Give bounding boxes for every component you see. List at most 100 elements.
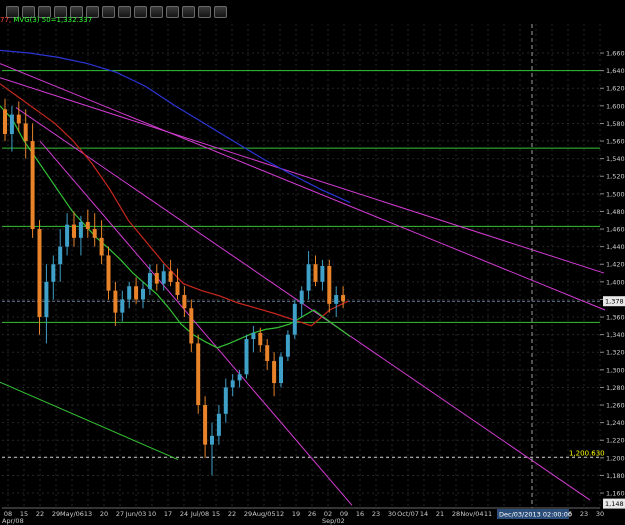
- candle: [175, 268, 180, 300]
- y-tick-label: 1,360: [606, 314, 625, 322]
- x-tick-label: 16: [356, 510, 364, 518]
- y-tick-label: 1,340: [606, 331, 625, 339]
- candles: [3, 98, 346, 476]
- candle-body: [3, 109, 7, 134]
- x-tick-label: 22: [228, 510, 236, 518]
- y-tick-label: 1,460: [606, 226, 625, 234]
- candle: [113, 281, 118, 326]
- candle: [210, 422, 214, 476]
- x-tick-label: 10: [148, 510, 156, 518]
- price-chart[interactable]: 1,200.630 1,660 1,640 1,620 1,600 1,580 1,560…: [0, 0, 625, 525]
- y-tick-label: 1,180: [606, 472, 625, 480]
- trendline: [0, 381, 179, 461]
- candle-body: [327, 266, 332, 304]
- y-tick-label: 1,540: [606, 155, 625, 163]
- x-tick-label: 13: [84, 510, 92, 518]
- y-tick-label: 1,200: [606, 454, 625, 462]
- x-tick-label: 11: [484, 510, 492, 518]
- candle-body: [182, 295, 187, 309]
- candle-body: [320, 266, 325, 282]
- candle-body: [85, 222, 90, 230]
- candle-body: [313, 264, 318, 282]
- x-tick-label: 24: [180, 510, 188, 518]
- y-tick-label: 1,160: [606, 490, 625, 498]
- candle-body: [279, 356, 283, 384]
- candle: [65, 213, 70, 256]
- candle-body: [285, 334, 290, 357]
- trendline: [0, 63, 606, 311]
- x-tick-label: Aug/05: [252, 510, 275, 518]
- candle: [127, 281, 132, 309]
- y-tick-label: 1,560: [606, 138, 625, 146]
- candle-body: [292, 303, 297, 335]
- candle-body: [258, 332, 263, 346]
- candle: [306, 251, 311, 300]
- candle: [189, 299, 194, 353]
- y-tick-label: 1,660: [606, 50, 625, 58]
- candle-body: [44, 281, 49, 318]
- candle: [9, 105, 14, 152]
- x-sep-label: Sep/02: [322, 517, 345, 525]
- candle-body: [92, 229, 97, 238]
- x-tick-label: Jul/08: [190, 510, 209, 518]
- candle: [251, 325, 256, 353]
- x-tick-label: 22: [36, 510, 44, 518]
- y-tick-label: 1,280: [606, 384, 625, 392]
- candle-body: [230, 380, 235, 388]
- x-axis: 08 15 22 29 May/06 13 20 27 Jun/03 10 17 24 Jul/08 15…: [2, 507, 604, 525]
- bottom-price-label: 1,148: [605, 500, 624, 508]
- x-tick-label: 29: [52, 510, 60, 518]
- y-tick-label: 1,220: [606, 437, 625, 445]
- candle-body: [99, 237, 104, 256]
- candle-body: [134, 286, 139, 300]
- candle: [334, 286, 339, 318]
- candle: [92, 213, 97, 247]
- candle-body: [37, 229, 42, 318]
- x-tick-label: 21: [436, 510, 444, 518]
- horizontal-lines: [2, 70, 600, 458]
- y-tick-label: 1,500: [606, 190, 625, 198]
- candle-body: [141, 288, 145, 300]
- x-tick-label: Jun/03: [125, 510, 147, 518]
- candle: [292, 299, 297, 340]
- candle: [299, 286, 304, 318]
- x-tick-label: 23: [580, 510, 588, 518]
- candle: [85, 209, 90, 238]
- candle-body: [237, 374, 242, 381]
- y-tick-label: 1,420: [606, 261, 625, 269]
- candle: [106, 246, 111, 300]
- x-tick-label: 28: [452, 510, 460, 518]
- candle-body: [189, 308, 194, 344]
- candle: [223, 378, 228, 423]
- y-tick-label: 1,240: [606, 419, 625, 427]
- x-tick-label: 12: [276, 510, 284, 518]
- trendlines: [0, 63, 606, 506]
- candle-body: [120, 299, 125, 313]
- candle-body: [175, 281, 180, 296]
- x-tick-label: 14: [420, 510, 428, 518]
- y-tick-label: 1,320: [606, 349, 625, 357]
- candle: [265, 339, 270, 370]
- y-tick-label: 1,580: [606, 120, 625, 128]
- candle-body: [196, 343, 201, 406]
- candle-body: [147, 273, 152, 289]
- x-start-label: Apr/08: [2, 517, 24, 525]
- ma-slow-line: [0, 49, 351, 204]
- candle-body: [113, 290, 118, 313]
- candle-body: [210, 435, 214, 445]
- x-tick-label: Oct/07: [397, 510, 419, 518]
- candle-body: [244, 339, 249, 375]
- y-tick-label: 1,600: [606, 102, 625, 110]
- x-tick-label: 20: [100, 510, 108, 518]
- candle-body: [299, 290, 304, 304]
- candle: [230, 374, 235, 397]
- candle-body: [203, 405, 208, 445]
- candle-body: [265, 345, 270, 362]
- candle: [196, 334, 201, 414]
- candle-body: [223, 387, 228, 414]
- candle-body: [251, 332, 256, 340]
- x-tick-label: 27: [116, 510, 124, 518]
- candle-body: [272, 361, 277, 384]
- x-tick-label: Nov/04: [460, 510, 483, 518]
- x-tick-label: 30: [388, 510, 396, 518]
